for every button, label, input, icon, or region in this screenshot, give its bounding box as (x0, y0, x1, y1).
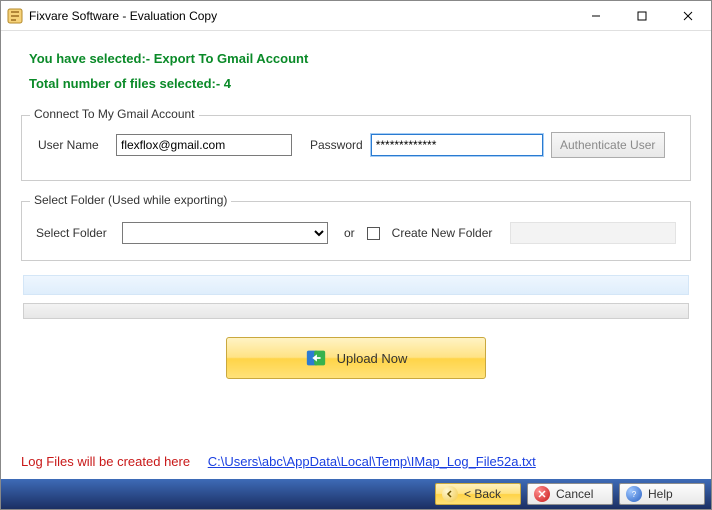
minimize-button[interactable] (573, 1, 619, 31)
or-label: or (344, 226, 355, 240)
upload-icon (305, 347, 327, 369)
title-bar: Fixvare Software - Evaluation Copy (1, 1, 711, 31)
window-buttons (573, 1, 711, 31)
authenticate-button-label: Authenticate User (560, 138, 655, 152)
bottom-bar: < Back Cancel ? Help (1, 479, 711, 509)
username-label: User Name (38, 138, 108, 152)
app-icon (7, 8, 23, 24)
cancel-button[interactable]: Cancel (527, 483, 613, 505)
select-folder-dropdown[interactable] (122, 222, 328, 244)
new-folder-input[interactable] (510, 222, 676, 244)
folder-group: Select Folder (Used while exporting) Sel… (21, 201, 691, 261)
upload-button-label: Upload Now (337, 351, 408, 366)
content-area: You have selected:- Export To Gmail Acco… (1, 31, 711, 379)
folder-group-legend: Select Folder (Used while exporting) (30, 193, 231, 207)
maximize-button[interactable] (619, 1, 665, 31)
create-folder-checkbox[interactable] (367, 227, 380, 240)
create-folder-label: Create New Folder (392, 226, 493, 240)
username-input[interactable] (116, 134, 292, 156)
back-button-label: < Back (464, 487, 501, 501)
back-button[interactable]: < Back (435, 483, 521, 505)
log-path-link[interactable]: C:\Users\abc\AppData\Local\Temp\IMap_Log… (208, 454, 536, 469)
connect-group: Connect To My Gmail Account User Name Pa… (21, 115, 691, 181)
help-button[interactable]: ? Help (619, 483, 705, 505)
log-prefix: Log Files will be created here (21, 454, 190, 469)
upload-button[interactable]: Upload Now (226, 337, 486, 379)
help-icon: ? (626, 486, 642, 502)
help-button-label: Help (648, 487, 673, 501)
authenticate-button[interactable]: Authenticate User (551, 132, 665, 158)
password-label: Password (310, 138, 363, 152)
cancel-button-label: Cancel (556, 487, 593, 501)
cancel-icon (534, 486, 550, 502)
window-title: Fixvare Software - Evaluation Copy (29, 9, 217, 23)
connect-group-legend: Connect To My Gmail Account (30, 107, 199, 121)
log-line: Log Files will be created here C:\Users\… (21, 454, 536, 469)
progress-bar (23, 303, 689, 319)
back-arrow-icon (442, 486, 458, 502)
selected-export-line: You have selected:- Export To Gmail Acco… (29, 51, 683, 66)
status-bar (23, 275, 689, 295)
close-button[interactable] (665, 1, 711, 31)
password-input[interactable] (371, 134, 543, 156)
select-folder-label: Select Folder (36, 226, 114, 240)
total-files-line: Total number of files selected:- 4 (29, 76, 683, 91)
svg-text:?: ? (632, 490, 637, 499)
